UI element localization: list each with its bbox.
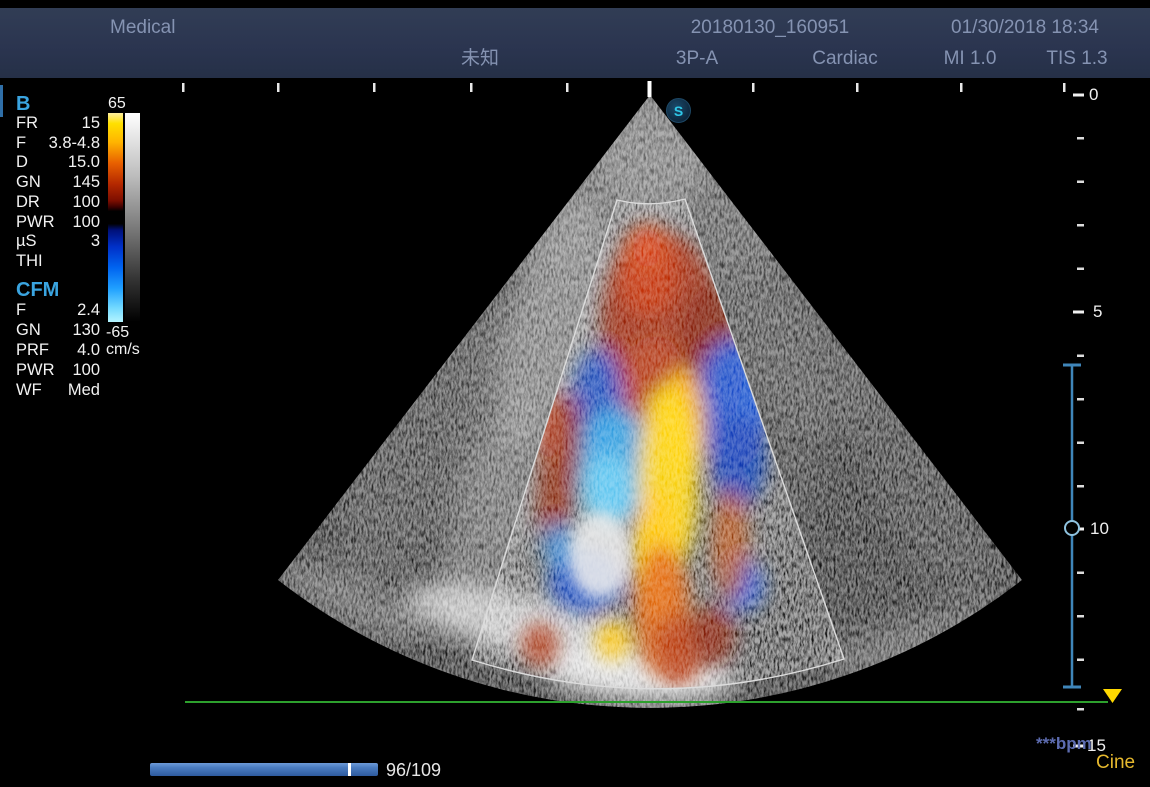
param-row: WFMed bbox=[16, 381, 100, 400]
probe-orientation-icon: S bbox=[666, 98, 691, 123]
depth-label-10: 10 bbox=[1090, 519, 1109, 539]
velocity-unit-label: cm/s bbox=[106, 341, 140, 359]
param-row: GN145 bbox=[16, 173, 100, 192]
preset-label: Cardiac bbox=[812, 48, 877, 70]
mi-value: MI 1.0 bbox=[944, 48, 997, 70]
velocity-min-label: -65 bbox=[106, 324, 129, 342]
frame-counter: 96/109 bbox=[386, 760, 441, 781]
tis-value: TIS 1.3 bbox=[1046, 48, 1107, 70]
param-row: PWR100 bbox=[16, 213, 100, 232]
exam-id: 20180130_160951 bbox=[691, 17, 850, 39]
active-image-edge-marker bbox=[0, 85, 3, 117]
depth-label-5: 5 bbox=[1093, 302, 1102, 322]
param-row: THI bbox=[16, 252, 100, 271]
ultrasound-screen: { "header": { "brand": "Medical", "exam_… bbox=[0, 0, 1150, 787]
cine-position-marker[interactable] bbox=[348, 763, 351, 776]
top-ruler-ticks bbox=[182, 81, 1066, 97]
depth-label-0: 0 bbox=[1089, 85, 1098, 105]
depth-ruler-ticks bbox=[1073, 94, 1084, 748]
probe-label: 3P-A bbox=[676, 48, 718, 70]
cfm-header: CFM bbox=[16, 279, 59, 302]
param-row: PWR100 bbox=[16, 361, 100, 380]
depth-slider[interactable] bbox=[1063, 364, 1081, 689]
param-row: DR100 bbox=[16, 193, 100, 212]
brand-label: Medical bbox=[110, 17, 175, 39]
heart-rate-value: ***bpm bbox=[1036, 734, 1092, 754]
param-row: D15.0 bbox=[16, 153, 100, 172]
cine-mode-label: Cine bbox=[1096, 752, 1135, 774]
cine-progress-bar[interactable] bbox=[150, 763, 378, 776]
velocity-max-label: 65 bbox=[108, 95, 126, 113]
param-row: PRF4.0 bbox=[16, 341, 100, 360]
param-row: µS3 bbox=[16, 232, 100, 251]
datetime: 01/30/2018 18:34 bbox=[951, 17, 1099, 39]
apex-marker bbox=[648, 81, 652, 97]
param-row: F3.8-4.8 bbox=[16, 134, 100, 153]
bright-tissue-blob bbox=[568, 511, 632, 599]
focus-handle[interactable] bbox=[1065, 521, 1079, 535]
ecg-sweep-triangle bbox=[1103, 689, 1122, 703]
doppler-color-scale bbox=[108, 113, 123, 322]
param-row: F2.4 bbox=[16, 301, 100, 320]
ultrasound-image-canvas bbox=[0, 0, 1150, 787]
gray-scale-bar bbox=[125, 113, 140, 322]
patient-name: 未知 bbox=[461, 48, 499, 70]
bmode-header: B bbox=[16, 93, 30, 116]
header-bar: Medical 20180130_160951 01/30/2018 18:34… bbox=[0, 8, 1150, 78]
param-row: FR15 bbox=[16, 114, 100, 133]
param-row: GN130 bbox=[16, 321, 100, 340]
